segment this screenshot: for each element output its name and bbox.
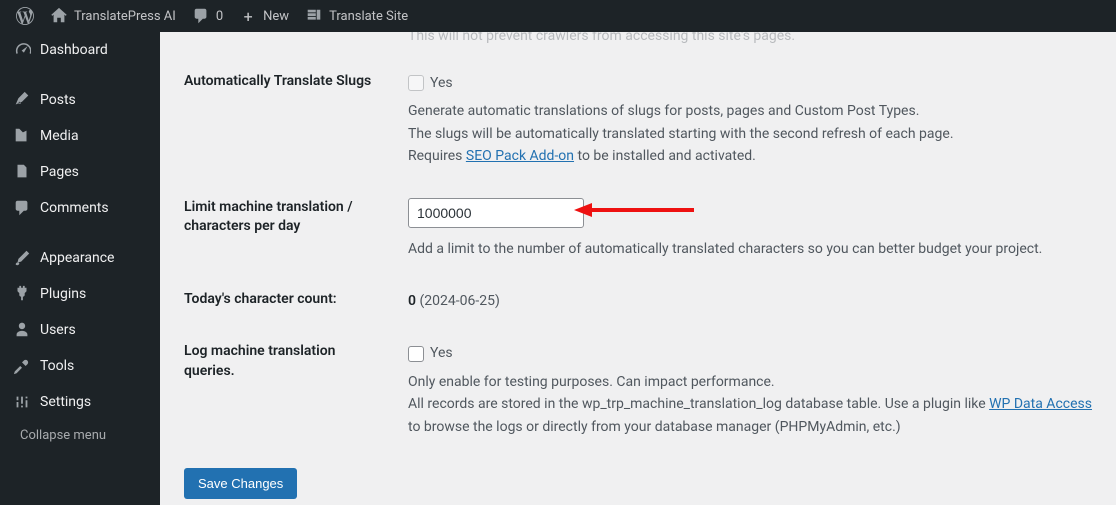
sidebar-item-label: Plugins [40, 286, 86, 302]
row-limit: Limit machine translation / characters p… [184, 188, 1096, 260]
sidebar-item-pages[interactable]: Pages [0, 154, 160, 190]
wordpress-icon [16, 7, 34, 25]
save-button[interactable]: Save Changes [184, 468, 297, 499]
limit-label: Limit machine translation / characters p… [184, 198, 408, 260]
sidebar-item-label: Posts [40, 92, 76, 108]
slugs-desc-1: Generate automatic translations of slugs… [408, 100, 1096, 122]
sidebar-item-label: Dashboard [40, 42, 108, 58]
count-label: Today's character count: [184, 290, 408, 312]
sidebar-item-label: Appearance [40, 250, 114, 266]
seo-pack-link[interactable]: SEO Pack Add-on [466, 148, 574, 164]
slugs-checkbox[interactable] [408, 75, 424, 91]
limit-input[interactable] [408, 198, 584, 228]
slugs-checkbox-label: Yes [430, 72, 453, 94]
sidebar-item-plugins[interactable]: Plugins [0, 276, 160, 312]
user-icon [12, 320, 32, 340]
pin-icon [12, 90, 32, 110]
slugs-desc-requires: Requires SEO Pack Add-on to be installed… [408, 145, 1096, 167]
sidebar-item-tools[interactable]: Tools [0, 348, 160, 384]
wp-data-access-link[interactable]: WP Data Access [989, 396, 1092, 412]
wp-logo[interactable] [8, 0, 42, 32]
dashboard-icon [12, 40, 32, 60]
log-checkbox[interactable] [408, 346, 424, 362]
sidebar-item-label: Comments [40, 200, 109, 216]
new-content[interactable]: + New [231, 0, 297, 32]
slugs-label: Automatically Translate Slugs [184, 72, 408, 168]
translate-icon [305, 7, 323, 25]
sidebar-item-label: Settings [40, 394, 91, 410]
count-value: 0 [408, 293, 416, 309]
sidebar-item-users[interactable]: Users [0, 312, 160, 348]
log-desc-2: All records are stored in the wp_trp_mac… [408, 393, 1096, 438]
sidebar-item-label: Media [40, 128, 79, 144]
log-label: Log machine translation queries. [184, 342, 408, 438]
slugs-desc-2: The slugs will be automatically translat… [408, 123, 1096, 145]
media-icon [12, 126, 32, 146]
limit-desc: Add a limit to the number of automatical… [408, 238, 1096, 260]
comment-count: 0 [216, 9, 223, 24]
row-count: Today's character count: 0 (2024-06-25) [184, 280, 1096, 312]
translate-site[interactable]: Translate Site [297, 0, 416, 32]
admin-bar: TranslatePress AI 0 + New Translate Site [0, 0, 1116, 32]
sidebar-item-appearance[interactable]: Appearance [0, 240, 160, 276]
cutoff-text: This will not prevent crawlers from acce… [408, 32, 1096, 44]
admin-sidebar: Dashboard Posts Media Pages Comments App… [0, 32, 160, 505]
site-home[interactable]: TranslatePress AI [42, 0, 184, 32]
collapse-menu[interactable]: Collapse menu [0, 420, 160, 451]
home-icon [50, 7, 68, 25]
new-label: New [263, 9, 289, 24]
main-content: This will not prevent crawlers from acce… [160, 32, 1116, 505]
log-desc-1: Only enable for testing purposes. Can im… [408, 371, 1096, 393]
sliders-icon [12, 392, 32, 412]
row-translate-slugs: Automatically Translate Slugs Yes Genera… [184, 62, 1096, 168]
sidebar-item-posts[interactable]: Posts [0, 82, 160, 118]
plug-icon [12, 284, 32, 304]
sidebar-item-media[interactable]: Media [0, 118, 160, 154]
brush-icon [12, 248, 32, 268]
sidebar-item-settings[interactable]: Settings [0, 384, 160, 420]
row-log: Log machine translation queries. Yes Onl… [184, 332, 1096, 438]
log-checkbox-label: Yes [430, 342, 453, 364]
collapse-label: Collapse menu [20, 428, 106, 443]
sidebar-item-comments[interactable]: Comments [0, 190, 160, 226]
comments-bubble[interactable]: 0 [184, 0, 231, 32]
count-date: (2024-06-25) [419, 293, 499, 309]
wrench-icon [12, 356, 32, 376]
comment-icon [192, 7, 210, 25]
site-name: TranslatePress AI [74, 9, 176, 24]
translate-label: Translate Site [329, 9, 408, 24]
sidebar-item-label: Users [40, 322, 76, 338]
sidebar-item-label: Pages [40, 164, 79, 180]
plus-icon: + [239, 7, 257, 25]
sidebar-item-label: Tools [40, 358, 74, 374]
sidebar-item-dashboard[interactable]: Dashboard [0, 32, 160, 68]
pages-icon [12, 162, 32, 182]
comment-icon [12, 198, 32, 218]
